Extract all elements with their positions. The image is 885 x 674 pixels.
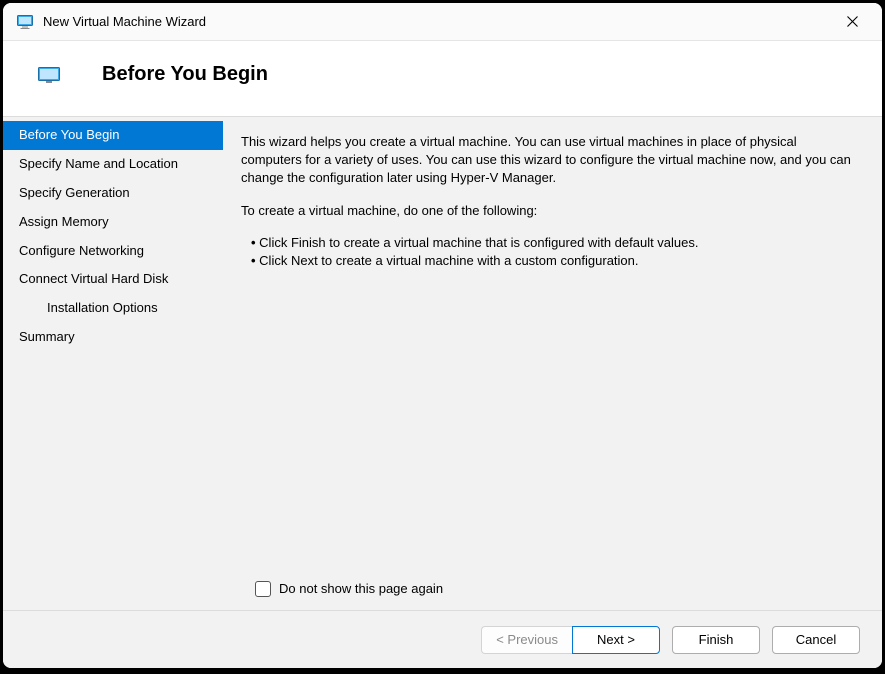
wizard-footer: < Previous Next > Finish Cancel: [3, 610, 882, 668]
wizard-step[interactable]: Assign Memory: [3, 208, 223, 237]
hyperv-header-icon: [38, 67, 60, 83]
close-button[interactable]: [832, 7, 872, 37]
wizard-window: New Virtual Machine Wizard Before You Be…: [3, 3, 882, 668]
wizard-step[interactable]: Specify Name and Location: [3, 150, 223, 179]
previous-button: < Previous: [481, 626, 572, 654]
titlebar: New Virtual Machine Wizard: [3, 3, 882, 41]
hyperv-icon: [17, 14, 33, 30]
cancel-button[interactable]: Cancel: [772, 626, 860, 654]
wizard-steps-sidebar: Before You BeginSpecify Name and Locatio…: [3, 117, 223, 610]
next-button[interactable]: Next >: [572, 626, 660, 654]
wizard-step[interactable]: Connect Virtual Hard Disk: [3, 265, 223, 294]
wizard-step[interactable]: Summary: [3, 323, 223, 352]
wizard-body: Before You BeginSpecify Name and Locatio…: [3, 117, 882, 610]
instruction-item: Click Finish to create a virtual machine…: [251, 234, 858, 252]
finish-button[interactable]: Finish: [672, 626, 760, 654]
wizard-step[interactable]: Before You Begin: [3, 121, 223, 150]
intro-text: This wizard helps you create a virtual m…: [241, 133, 858, 188]
wizard-step[interactable]: Configure Networking: [3, 237, 223, 266]
instruction-list: Click Finish to create a virtual machine…: [251, 234, 858, 270]
wizard-step[interactable]: Installation Options: [3, 294, 223, 323]
wizard-content: This wizard helps you create a virtual m…: [223, 117, 882, 610]
window-title: New Virtual Machine Wizard: [43, 14, 832, 29]
dont-show-again-row[interactable]: Do not show this page again: [241, 580, 858, 598]
wizard-header: Before You Begin: [3, 41, 882, 117]
subintro-text: To create a virtual machine, do one of t…: [241, 202, 858, 220]
instruction-item: Click Next to create a virtual machine w…: [251, 252, 858, 270]
wizard-step[interactable]: Specify Generation: [3, 179, 223, 208]
dont-show-again-checkbox[interactable]: [255, 581, 271, 597]
dont-show-again-label: Do not show this page again: [279, 580, 443, 598]
page-title: Before You Begin: [102, 63, 268, 86]
